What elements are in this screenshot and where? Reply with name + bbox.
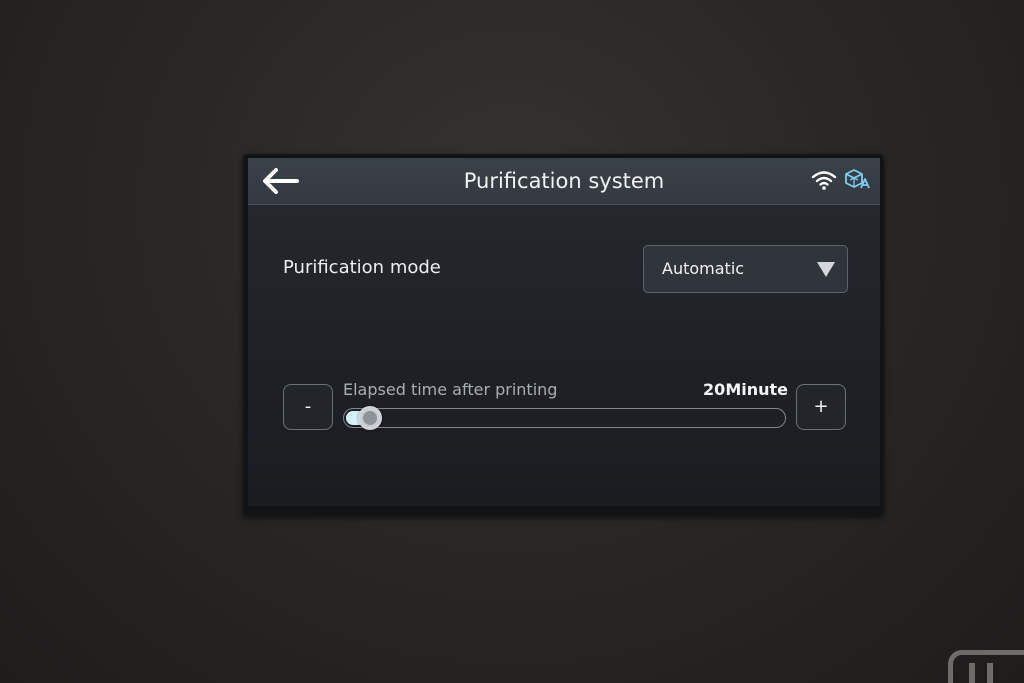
purification-mode-label: Purification mode bbox=[283, 257, 441, 278]
elapsed-time-label: Elapsed time after printing bbox=[343, 380, 558, 399]
elapsed-time-value: 20Minute bbox=[703, 380, 788, 399]
printer-status-icon bbox=[845, 169, 870, 189]
touch-screen: Purification system Purification mode Au… bbox=[248, 158, 880, 506]
chevron-down-icon bbox=[817, 262, 835, 277]
decrement-time-button[interactable]: - bbox=[283, 384, 333, 430]
increment-time-button[interactable]: + bbox=[796, 384, 846, 430]
arrow-left-icon bbox=[263, 168, 299, 194]
device-logo bbox=[948, 650, 1024, 683]
purification-mode-value: Automatic bbox=[662, 259, 745, 278]
purification-mode-select[interactable]: Automatic bbox=[643, 245, 848, 293]
slider-thumb[interactable] bbox=[358, 406, 383, 430]
elapsed-time-slider[interactable] bbox=[343, 406, 786, 430]
back-button[interactable] bbox=[258, 163, 302, 199]
page-title: Purification system bbox=[463, 169, 665, 193]
wifi-icon bbox=[811, 171, 837, 190]
status-bar: Purification system bbox=[248, 158, 880, 205]
